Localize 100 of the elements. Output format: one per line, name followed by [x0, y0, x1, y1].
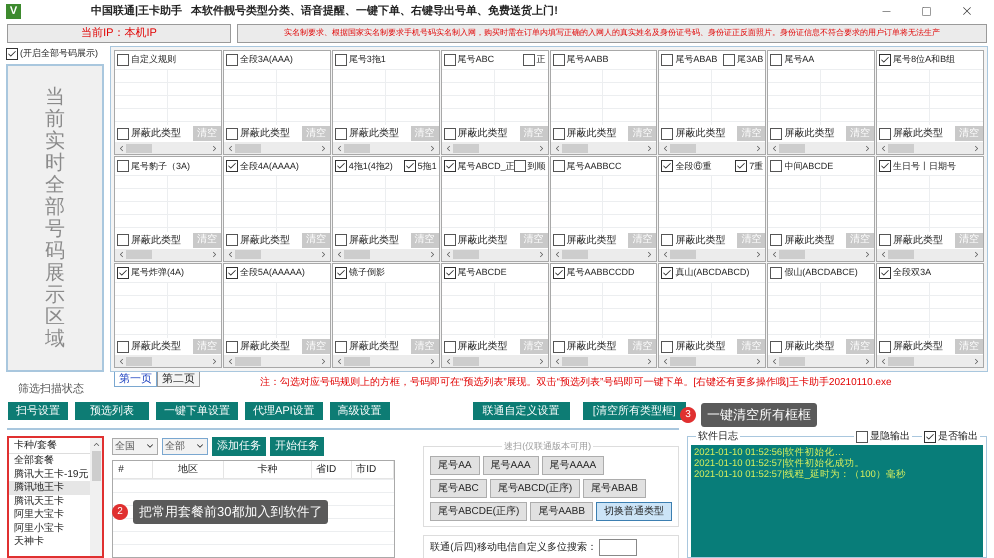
checkbox[interactable] — [661, 54, 674, 66]
package-item[interactable]: 阿里大宝卡 — [9, 508, 90, 522]
quick-scan-button[interactable]: 尾号ABAB — [583, 479, 646, 498]
checkbox[interactable] — [226, 54, 238, 66]
package-item[interactable]: 腾讯天王卡 — [9, 494, 90, 508]
horizontal-scrollbar[interactable] — [442, 142, 548, 154]
checkbox[interactable] — [879, 340, 892, 352]
quick-scan-button[interactable]: 尾号AAAA — [542, 456, 604, 475]
region-select[interactable]: 全国 — [112, 438, 158, 454]
horizontal-scrollbar[interactable] — [550, 248, 656, 261]
horizontal-scrollbar[interactable] — [550, 142, 656, 154]
horizontal-scrollbar[interactable] — [768, 355, 874, 367]
checkbox[interactable] — [226, 128, 238, 140]
package-item[interactable]: 腾讯大王卡-19元 — [9, 468, 90, 481]
checkbox[interactable] — [552, 234, 564, 246]
checkbox[interactable] — [444, 128, 456, 140]
checkbox[interactable] — [552, 160, 564, 172]
horizontal-scrollbar[interactable] — [224, 355, 330, 367]
horizontal-scrollbar[interactable] — [768, 248, 874, 261]
toolbar-button[interactable]: [清空所有类型框] — [582, 402, 686, 420]
horizontal-scrollbar[interactable] — [877, 355, 983, 367]
task-button[interactable]: 添加任务 — [212, 436, 266, 456]
page-tab[interactable]: 第一页 — [114, 372, 157, 387]
toolbar-button[interactable]: 联通自定义设置 — [472, 402, 570, 420]
horizontal-scrollbar[interactable] — [442, 248, 548, 261]
checkbox[interactable] — [334, 128, 347, 140]
checkbox[interactable] — [117, 234, 129, 246]
quick-scan-button[interactable]: 尾号AA — [430, 456, 480, 475]
horizontal-scrollbar[interactable] — [332, 142, 439, 154]
checkbox[interactable] — [522, 54, 534, 66]
checkbox[interactable] — [334, 54, 347, 66]
checkbox[interactable] — [444, 234, 456, 246]
checkbox[interactable] — [661, 340, 674, 352]
checkbox[interactable] — [226, 234, 238, 246]
checkbox[interactable] — [226, 340, 238, 352]
toolbar-button[interactable]: 高级设置 — [330, 402, 390, 420]
toolbar-button[interactable]: 一键下单设置 — [156, 402, 238, 420]
horizontal-scrollbar[interactable] — [115, 248, 221, 261]
scope-select[interactable]: 全部 — [162, 438, 208, 454]
checkbox[interactable] — [661, 128, 674, 140]
checkbox[interactable] — [444, 160, 456, 172]
checkbox[interactable] — [661, 266, 674, 279]
toolbar-button[interactable]: 扫号设置 — [8, 402, 68, 420]
horizontal-scrollbar[interactable] — [224, 142, 330, 154]
checkbox[interactable] — [723, 54, 736, 66]
checkbox[interactable] — [117, 266, 129, 279]
maximize-icon[interactable] — [921, 6, 932, 16]
horizontal-scrollbar[interactable] — [550, 355, 656, 367]
checkbox[interactable] — [444, 340, 456, 352]
custom-search-field[interactable] — [598, 539, 637, 556]
page-tab[interactable]: 第二页 — [157, 372, 200, 387]
checkbox[interactable] — [117, 160, 129, 172]
checkbox[interactable] — [879, 266, 892, 279]
horizontal-scrollbar[interactable] — [877, 248, 983, 261]
checkbox[interactable] — [117, 54, 129, 66]
quick-scan-button[interactable]: 尾号ABCDE(正序) — [430, 502, 528, 521]
checkbox[interactable] — [856, 430, 868, 442]
checkbox[interactable] — [226, 160, 238, 172]
checkbox[interactable] — [770, 128, 782, 140]
quick-scan-button[interactable]: 尾号ABCD(正序) — [490, 479, 580, 498]
checkbox[interactable] — [552, 128, 564, 140]
quick-scan-button[interactable]: 切换普通类型 — [596, 502, 672, 521]
checkbox[interactable] — [770, 160, 782, 172]
checkbox[interactable] — [879, 54, 892, 66]
package-item[interactable]: 全部套餐 — [9, 454, 90, 468]
vertical-scrollbar[interactable] — [90, 438, 102, 556]
checkbox[interactable] — [661, 160, 674, 172]
toolbar-button[interactable]: 预选列表 — [75, 402, 149, 420]
horizontal-scrollbar[interactable] — [332, 248, 439, 261]
checkbox[interactable] — [552, 54, 564, 66]
package-item[interactable]: 天神卡 — [9, 535, 90, 548]
checkbox[interactable] — [770, 54, 782, 66]
checkbox[interactable] — [552, 266, 564, 279]
checkbox[interactable] — [444, 54, 456, 66]
toolbar-button[interactable]: 代理API设置 — [245, 402, 323, 420]
checkbox[interactable] — [334, 160, 347, 172]
checkbox[interactable] — [6, 48, 18, 60]
checkbox[interactable] — [334, 266, 347, 279]
scroll-up-icon[interactable] — [92, 440, 101, 449]
checkbox[interactable] — [879, 234, 892, 246]
checkbox[interactable] — [879, 128, 892, 140]
horizontal-scrollbar[interactable] — [768, 142, 874, 154]
horizontal-scrollbar[interactable] — [115, 142, 221, 154]
horizontal-scrollbar[interactable] — [332, 355, 439, 367]
checkbox[interactable] — [226, 266, 238, 279]
horizontal-scrollbar[interactable] — [442, 355, 548, 367]
horizontal-scrollbar[interactable] — [877, 142, 983, 154]
checkbox[interactable] — [117, 340, 129, 352]
quick-scan-button[interactable]: 尾号AAA — [482, 456, 539, 475]
package-item[interactable]: 阿里小宝卡 — [9, 522, 90, 535]
checkbox[interactable] — [444, 266, 456, 279]
checkbox[interactable] — [661, 234, 674, 246]
checkbox[interactable] — [334, 234, 347, 246]
horizontal-scrollbar[interactable] — [224, 248, 330, 261]
checkbox[interactable] — [552, 340, 564, 352]
quick-scan-button[interactable]: 尾号AABB — [530, 502, 593, 521]
horizontal-scrollbar[interactable] — [115, 355, 221, 367]
horizontal-scrollbar[interactable] — [659, 355, 766, 367]
package-list[interactable]: 卡种/套餐 全部套餐 腾讯大王卡-19元 腾讯地王卡 腾讯天王卡 阿里大宝卡 阿里小宝卡 天神卡 — [7, 436, 104, 558]
checkbox[interactable] — [735, 160, 748, 172]
